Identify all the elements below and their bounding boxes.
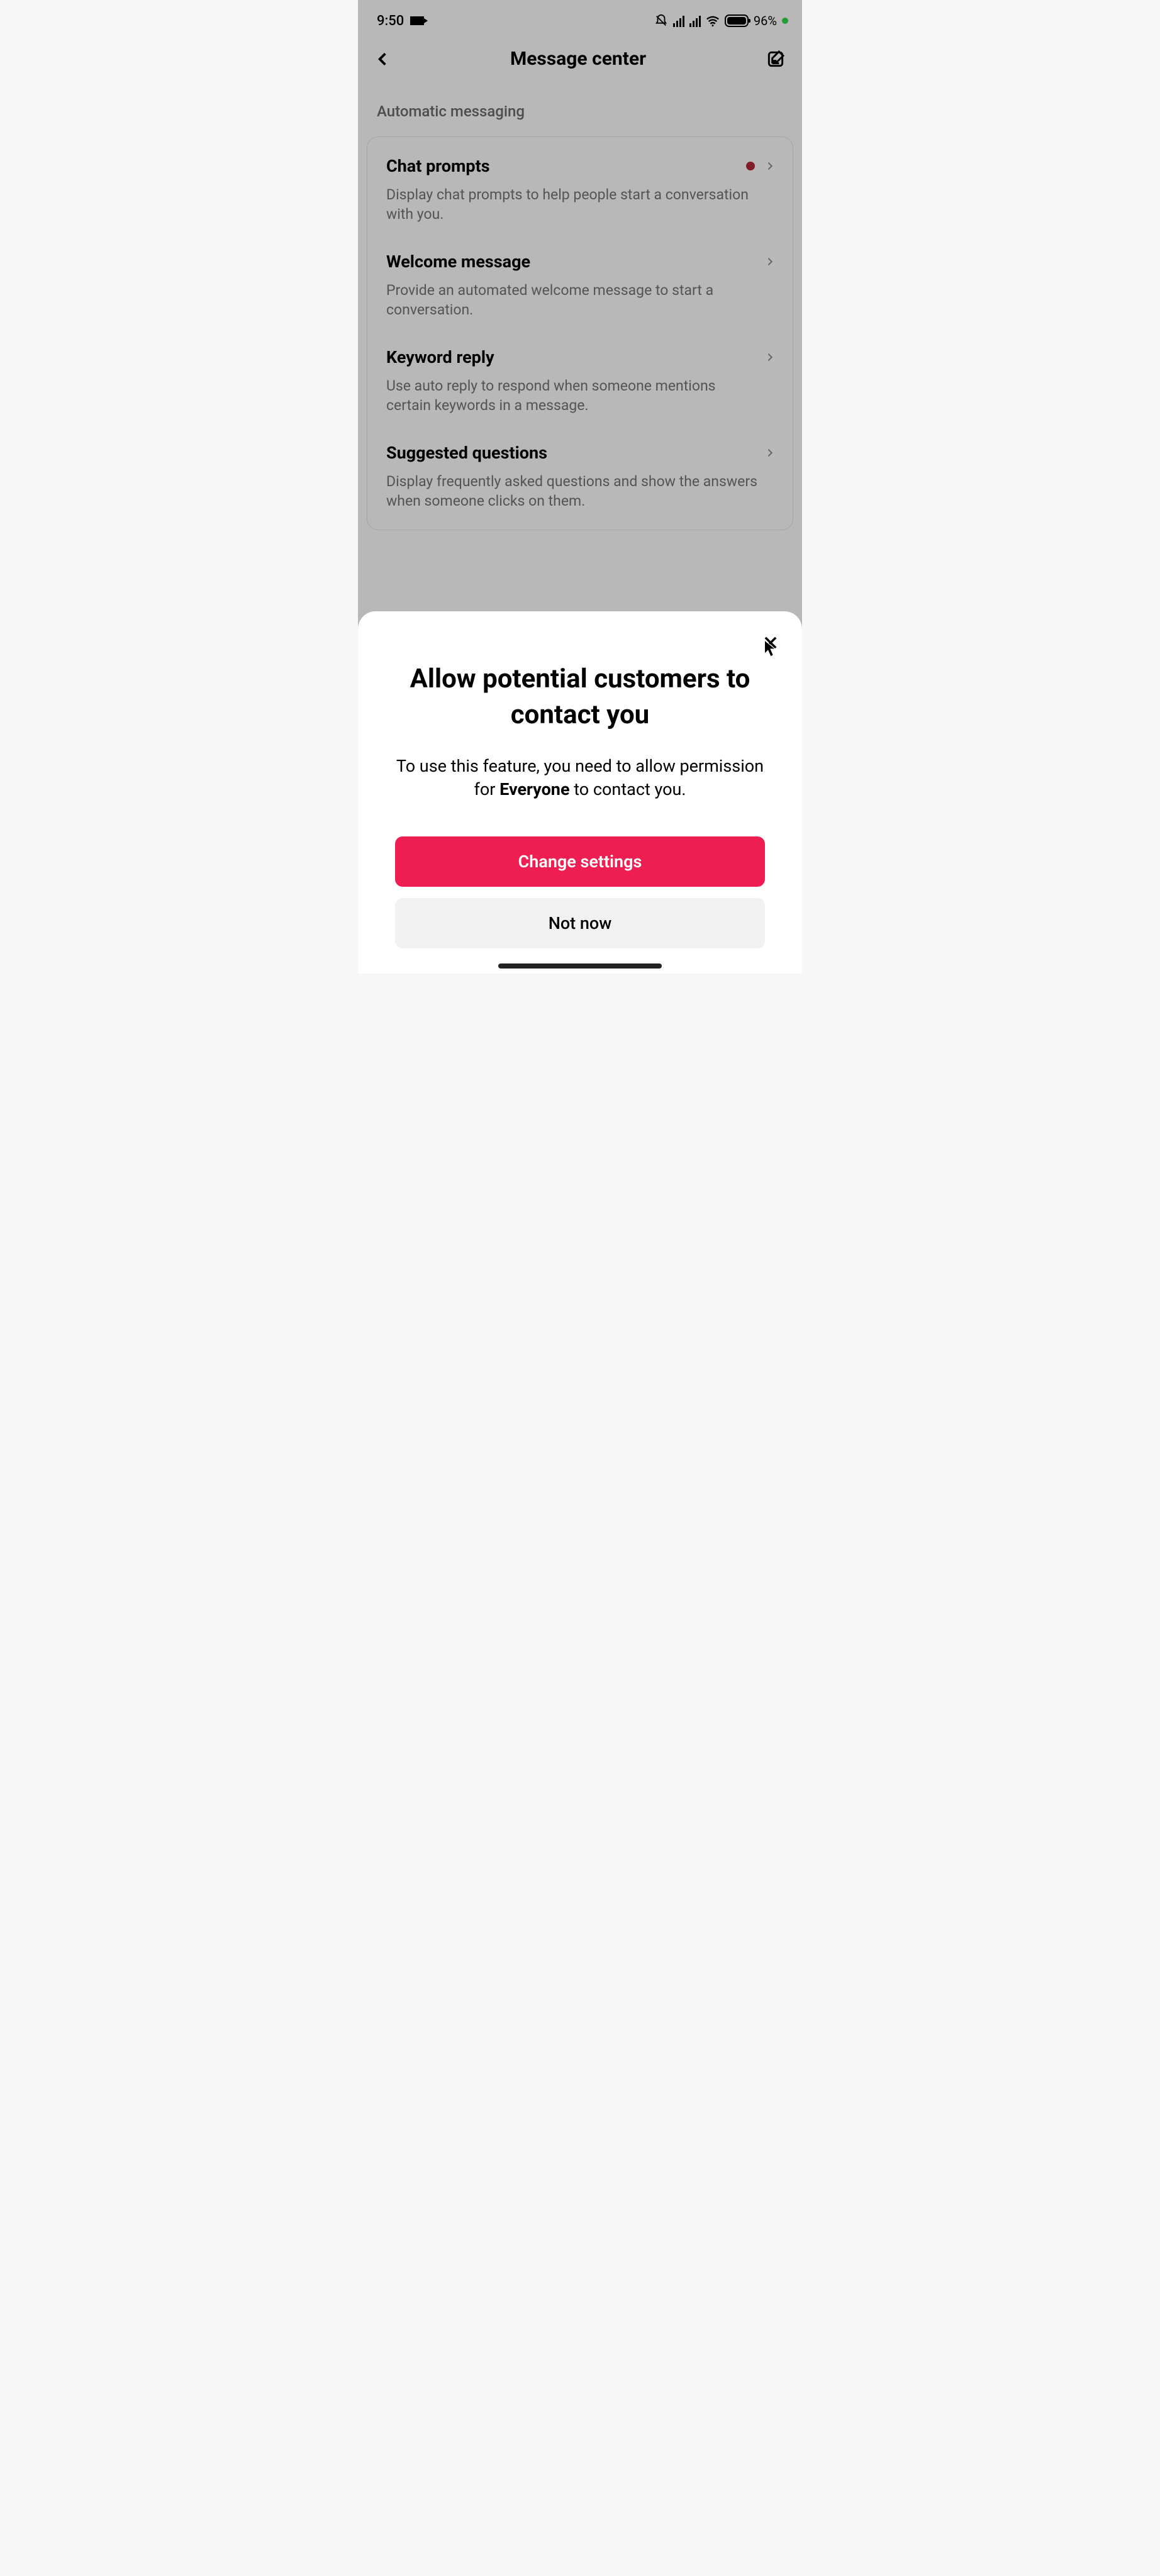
camera-recording-icon: [410, 16, 424, 25]
item-desc: Display frequently asked questions and s…: [386, 472, 775, 511]
item-title: Chat prompts: [386, 156, 490, 176]
list-item-suggested-questions[interactable]: Suggested questions Display frequently a…: [367, 429, 793, 525]
bottom-sheet: Allow potential customers to contact you…: [358, 611, 802, 974]
change-settings-button[interactable]: Change settings: [395, 836, 765, 887]
home-indicator[interactable]: [498, 963, 662, 969]
status-bar: 9:50 96%: [358, 0, 802, 38]
list-item-keyword-reply[interactable]: Keyword reply Use auto reply to respond …: [367, 333, 793, 429]
chevron-right-icon: [765, 448, 775, 458]
item-title: Suggested questions: [386, 443, 547, 463]
signal-bars-icon-2: [689, 14, 701, 27]
page-title: Message center: [391, 48, 766, 70]
wifi-icon: [706, 15, 720, 26]
battery-icon: [725, 14, 749, 27]
back-icon[interactable]: [374, 51, 391, 67]
phone-screen: 9:50 96% Message center Automatic messag…: [358, 0, 802, 974]
sheet-desc-post: to contact you.: [570, 779, 686, 799]
item-title: Keyword reply: [386, 347, 494, 367]
mouse-cursor-icon: [763, 639, 777, 658]
settings-card: Chat prompts Display chat prompts to hel…: [367, 136, 793, 530]
section-label: Automatic messaging: [358, 85, 802, 130]
active-indicator-dot: [782, 18, 788, 24]
battery-percent: 96%: [754, 13, 777, 28]
compose-icon[interactable]: [766, 49, 786, 69]
not-now-button[interactable]: Not now: [395, 898, 765, 948]
sheet-title: Allow potential customers to contact you: [377, 636, 783, 733]
item-desc: Display chat prompts to help people star…: [386, 185, 775, 224]
signal-bars-icon: [673, 14, 684, 27]
item-title: Welcome message: [386, 252, 530, 272]
empty-area: [0, 974, 1160, 2576]
item-desc: Provide an automated welcome message to …: [386, 280, 775, 319]
sheet-description: To use this feature, you need to allow p…: [377, 733, 783, 802]
item-desc: Use auto reply to respond when someone m…: [386, 376, 775, 415]
status-right: 96%: [654, 13, 788, 28]
status-left: 9:50: [377, 13, 424, 29]
header: Message center: [358, 38, 802, 85]
chevron-right-icon: [765, 161, 775, 171]
alert-dot-icon: [746, 162, 755, 170]
list-item-welcome-message[interactable]: Welcome message Provide an automated wel…: [367, 238, 793, 333]
status-time: 9:50: [377, 13, 404, 29]
list-item-chat-prompts[interactable]: Chat prompts Display chat prompts to hel…: [367, 142, 793, 238]
chevron-right-icon: [765, 257, 775, 267]
mute-icon: [654, 14, 668, 28]
sheet-desc-bold: Everyone: [499, 779, 569, 799]
chevron-right-icon: [765, 352, 775, 362]
